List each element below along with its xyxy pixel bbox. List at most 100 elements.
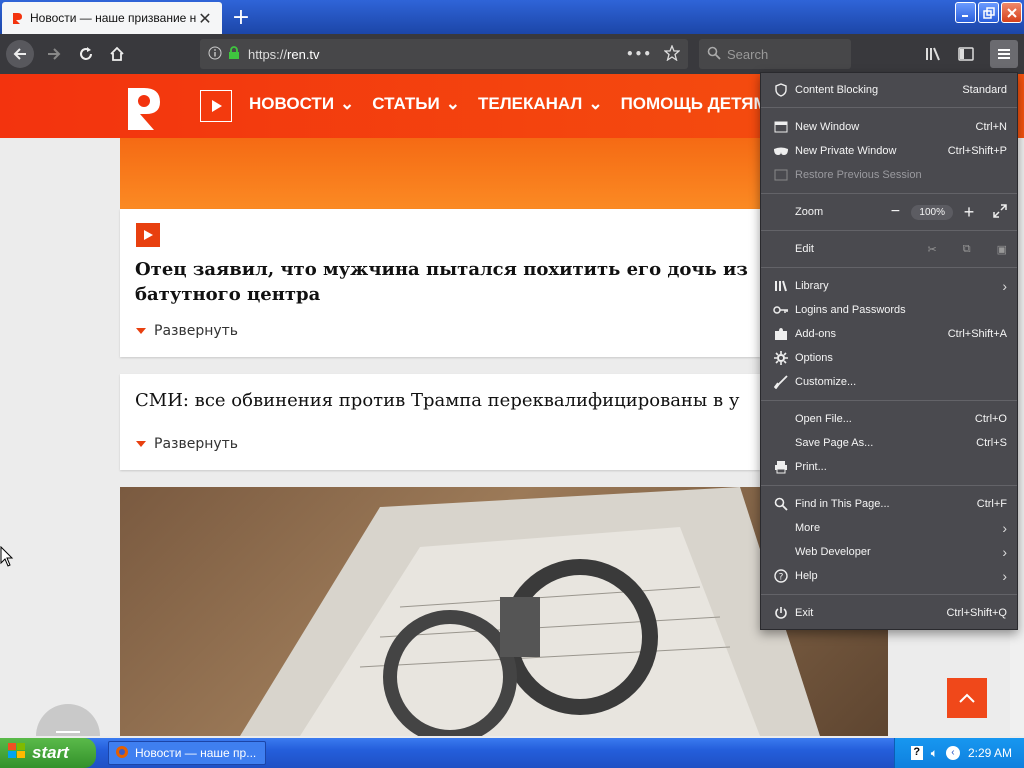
menu-content-blocking[interactable]: Content Blocking Standard (761, 78, 1017, 102)
menu-save-page[interactable]: Save Page As... Ctrl+S (761, 431, 1017, 455)
bookmark-star-icon[interactable] (663, 43, 681, 64)
brush-icon (771, 374, 791, 390)
triangle-down-icon (136, 328, 146, 334)
home-button[interactable] (103, 40, 131, 68)
printer-icon (771, 459, 791, 475)
zoom-reset-button[interactable]: 100% (911, 204, 953, 220)
search-box[interactable] (699, 39, 851, 69)
info-icon[interactable] (208, 46, 222, 63)
help-icon: ? (771, 568, 791, 584)
key-icon (771, 302, 791, 318)
sidebar-icon (958, 47, 974, 61)
scroll-to-top-button[interactable] (947, 678, 987, 718)
menu-addons[interactable]: Add-ons Ctrl+Shift+A (761, 322, 1017, 346)
live-play-button[interactable] (200, 90, 232, 122)
news-headline[interactable]: Отец заявил, что мужчина пытался похитит… (135, 257, 855, 307)
expand-toggle[interactable]: Развернуть (136, 436, 238, 452)
minimize-button[interactable] (955, 2, 976, 23)
library-icon (926, 47, 940, 61)
nav-item-news[interactable]: НОВОСТИ ⌄ (249, 94, 354, 114)
tab-strip: Новости — наше призвание на РЕН ТВ ✕ + (0, 0, 1024, 34)
private-mask-icon (771, 143, 791, 159)
volume-icon[interactable]: 🔈︎ (931, 746, 938, 761)
restore-button[interactable] (978, 2, 999, 23)
menu-new-window[interactable]: New Window Ctrl+N (761, 115, 1017, 139)
reload-button[interactable] (72, 40, 100, 68)
reload-icon (80, 47, 92, 60)
power-icon (771, 605, 791, 621)
floating-menu-button[interactable] (36, 704, 100, 736)
system-tray: ? 🔈︎ ‹ 2:29 AM (894, 738, 1024, 768)
menu-edit: Edit ✂ ⧉ ▣ (795, 242, 1007, 256)
lock-icon[interactable] (228, 45, 240, 63)
menu-web-developer[interactable]: Web Developer › (761, 540, 1017, 564)
nav-item-channel[interactable]: ТЕЛЕКАНАЛ ⌄ (478, 94, 603, 114)
menu-logins[interactable]: Logins and Passwords (761, 298, 1017, 322)
video-play-icon[interactable] (136, 223, 160, 247)
cut-icon[interactable]: ✂ (928, 243, 937, 256)
menu-help[interactable]: ? Help › (761, 564, 1017, 588)
copy-icon[interactable]: ⧉ (963, 243, 971, 256)
mouse-cursor-icon (0, 546, 14, 567)
news-card[interactable]: Отец заявил, что мужчина пытался похитит… (120, 209, 760, 357)
menu-library[interactable]: Library › (761, 274, 1017, 298)
tab-title: Новости — наше призвание на РЕН ТВ (30, 11, 196, 25)
chevron-down-icon: ⌄ (588, 94, 603, 113)
nav-toolbar: https://ren.tv ••• (0, 34, 1024, 74)
news-headline[interactable]: СМИ: все обвинения против Трампа переква… (135, 390, 855, 411)
library-button[interactable] (920, 40, 948, 68)
nav-item-articles[interactable]: СТАТЬИ ⌄ (372, 94, 460, 114)
arrow-right-icon (48, 48, 61, 60)
menu-options[interactable]: Options (761, 346, 1017, 370)
back-arrow-tray-icon[interactable]: ‹ (945, 746, 960, 760)
chevron-up-icon (959, 693, 975, 703)
window-close-button[interactable] (1001, 2, 1022, 23)
start-button[interactable]: start (0, 738, 96, 768)
menu-open-file[interactable]: Open File... Ctrl+O (761, 407, 1017, 431)
url-text: https://ren.tv (248, 46, 320, 62)
menu-print[interactable]: Print... (761, 455, 1017, 479)
clock: 2:29 AM (967, 746, 1012, 760)
taskbar-firefox-item[interactable]: Новости — наше пр... (108, 741, 266, 765)
news-card[interactable]: СМИ: все обвинения против Трампа переква… (120, 374, 760, 470)
nav-item-help-children[interactable]: ПОМОЩЬ ДЕТЯМ (621, 94, 768, 114)
zoom-out-icon[interactable]: − (885, 203, 905, 221)
zoom-in-icon[interactable]: + (959, 202, 979, 223)
triangle-down-icon (136, 441, 146, 447)
menu-new-private-window[interactable]: New Private Window Ctrl+Shift+P (761, 139, 1017, 163)
menu-find[interactable]: Find in This Page... Ctrl+F (761, 492, 1017, 516)
ren-tv-logo[interactable] (120, 84, 164, 132)
menu-customize[interactable]: Customize... (761, 370, 1017, 394)
menu-restore-session[interactable]: Restore Previous Session (761, 163, 1017, 187)
firefox-icon (115, 745, 129, 762)
forward-button[interactable] (40, 40, 68, 68)
new-window-icon (771, 119, 791, 135)
fullscreen-icon[interactable] (993, 203, 1007, 221)
app-menu-panel: Content Blocking Standard New Window Ctrl+… (760, 72, 1018, 630)
sidebar-button[interactable] (952, 40, 980, 68)
browser-tab[interactable]: Новости — наше призвание на РЕН ТВ ✕ (2, 2, 222, 34)
hero-banner (120, 138, 760, 209)
home-icon (110, 46, 124, 61)
play-icon (212, 100, 222, 112)
back-button[interactable] (6, 40, 34, 68)
chevron-right-icon: › (1002, 520, 1007, 536)
menu-lines-icon (56, 731, 80, 733)
paste-icon[interactable]: ▣ (997, 243, 1007, 256)
svg-text:?: ? (779, 573, 784, 583)
search-icon (771, 496, 791, 512)
new-tab-button[interactable]: + (228, 4, 254, 30)
expand-toggle[interactable]: Развернуть (136, 323, 238, 339)
windows-logo-icon (8, 742, 26, 764)
menu-more[interactable]: More › (761, 516, 1017, 540)
menu-exit[interactable]: Exit Ctrl+Shift+Q (761, 601, 1017, 625)
tab-close-icon[interactable]: ✕ (196, 9, 214, 28)
chevron-right-icon: › (1002, 278, 1007, 294)
chevron-right-icon: › (1002, 544, 1007, 560)
url-bar[interactable]: https://ren.tv ••• (200, 39, 688, 69)
app-menu-button[interactable] (990, 40, 1018, 68)
help-tray-icon[interactable]: ? (910, 746, 923, 760)
search-input[interactable] (727, 46, 837, 62)
chevron-down-icon: ⌄ (340, 94, 355, 113)
page-actions-icon[interactable]: ••• (626, 47, 652, 61)
